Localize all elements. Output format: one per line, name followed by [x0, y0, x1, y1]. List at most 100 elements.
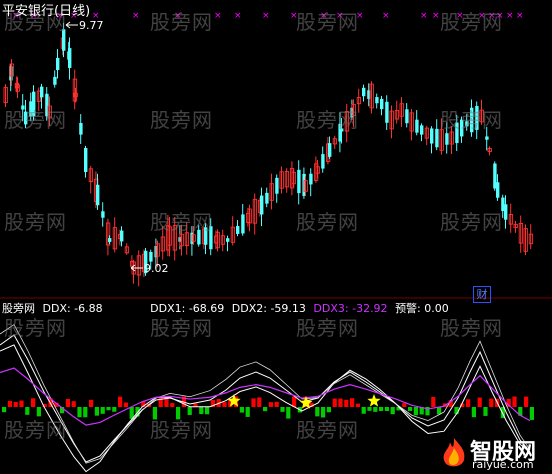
ddx-bar-down	[280, 407, 285, 412]
stock-chart[interactable]: × × × × × × × × × × × × × × × × × × × × × × ×9.779.02	[0, 0, 552, 474]
top-marker: ×	[234, 11, 242, 21]
candle-down	[328, 143, 332, 157]
candle-down	[504, 204, 508, 220]
candle-down	[415, 119, 419, 133]
watermark: 股旁网	[296, 210, 359, 234]
low-price-label: 9.02	[144, 262, 169, 275]
top-marker: ×	[516, 11, 524, 21]
ddx-bar-down	[454, 407, 459, 415]
ddx-bar-down	[413, 407, 418, 416]
candle-down	[260, 195, 264, 215]
ddx-bar-up	[477, 397, 482, 407]
ddx-bar-up	[222, 402, 227, 407]
watermark: 股旁网	[150, 108, 213, 132]
ddx-bar-up	[65, 399, 70, 407]
candle-down	[485, 136, 489, 140]
ddx-bar-down	[390, 407, 395, 415]
candle-down	[53, 76, 57, 85]
ddx-bar-down	[83, 407, 88, 418]
ddx-bar-up	[7, 400, 12, 407]
candle-down	[108, 238, 112, 242]
candle-down	[79, 122, 83, 135]
candle-down	[297, 169, 301, 194]
indicator-name: 股旁网	[2, 302, 35, 315]
candle-down	[380, 98, 384, 110]
watermark: 股旁网	[4, 418, 67, 442]
top-marker: ×	[214, 11, 222, 21]
ddx-bar-down	[94, 407, 99, 416]
ddx-bar-up	[170, 403, 175, 407]
ddx-bar-up	[31, 398, 36, 407]
ddx-bar-down	[379, 407, 384, 411]
candle-down	[385, 101, 389, 123]
top-marker: ×	[506, 11, 514, 21]
finance-marker[interactable]: 财	[473, 286, 491, 303]
ddx-bar-down	[106, 407, 111, 411]
candle-down	[275, 177, 279, 194]
ddx-bar-down	[239, 407, 244, 413]
ddx-bar-down	[112, 407, 117, 412]
watermark: 股旁网	[440, 108, 503, 132]
ddx-bar-up	[466, 399, 471, 407]
watermark: 股旁网	[150, 210, 213, 234]
candle-down	[309, 173, 313, 185]
ddx-bar-up	[355, 403, 360, 407]
ddx-bar-down	[471, 407, 476, 418]
candle-down	[226, 238, 230, 242]
top-marker: ×	[132, 11, 140, 21]
ddx-bar-up	[274, 401, 279, 407]
watermark: 股旁网	[440, 316, 503, 340]
ddx-bar-down	[373, 407, 378, 412]
ddx-bar-down	[483, 407, 488, 416]
warn-value: 预警: 0.00	[395, 302, 449, 315]
watermark: 股旁网	[4, 210, 67, 234]
ddx-bar-down	[100, 407, 105, 414]
ddx-bar-down	[437, 407, 442, 415]
candle-down	[496, 182, 500, 198]
candle-down	[241, 214, 245, 234]
stock-title: 平安银行(日线)	[2, 4, 91, 19]
watermark: 股旁网	[4, 316, 67, 340]
ddx-bar-down	[286, 407, 291, 419]
candle-down	[430, 128, 434, 144]
watermark: 股旁网	[440, 10, 503, 34]
ddx-bar-up	[118, 396, 123, 407]
candle-down	[84, 147, 88, 173]
candle-down	[68, 48, 72, 68]
ddx2-value: DDX2: -59.13	[231, 302, 306, 315]
candle-down	[265, 192, 269, 204]
ddx-value: DDX: -6.88	[42, 302, 103, 315]
ddx-bar-up	[402, 403, 407, 407]
candle-down	[40, 86, 44, 98]
watermark: 股旁网	[150, 316, 213, 340]
ddx-bar-down	[361, 407, 366, 414]
candle-down	[120, 230, 124, 242]
ddx-bar-down	[367, 407, 372, 411]
ddx-bar-up	[512, 396, 517, 407]
candle-down	[101, 211, 105, 218]
watermark: 股旁网	[296, 108, 359, 132]
top-marker: ×	[262, 11, 270, 21]
ddx-bar-down	[326, 407, 331, 413]
candle-down	[420, 125, 424, 135]
top-marker: ×	[420, 11, 428, 21]
ddx-bar-up	[332, 398, 337, 407]
ddx-bar-up	[71, 401, 76, 407]
candle-down	[362, 87, 366, 97]
candle-down	[435, 128, 439, 148]
ddx-bar-up	[338, 398, 343, 407]
top-marker: ×	[382, 11, 390, 21]
watermark: 股旁网	[440, 210, 503, 234]
ddx-bar-up	[344, 399, 349, 407]
ddx-bar-down	[263, 407, 268, 412]
ddx-bar-up	[251, 398, 256, 407]
ddx-bar-up	[13, 401, 18, 407]
high-price-label: 9.77	[79, 19, 104, 32]
ddx-bar-up	[89, 399, 94, 407]
ddx-bar-up	[431, 396, 436, 407]
candle-down	[56, 57, 60, 71]
indicator-header: 股旁网 DDX: -6.88 DDX1: -68.69 DDX2: -59.13…	[2, 300, 453, 316]
watermark: 股旁网	[296, 418, 359, 442]
candle-down	[405, 109, 409, 124]
ddx-bar-up	[524, 396, 529, 407]
